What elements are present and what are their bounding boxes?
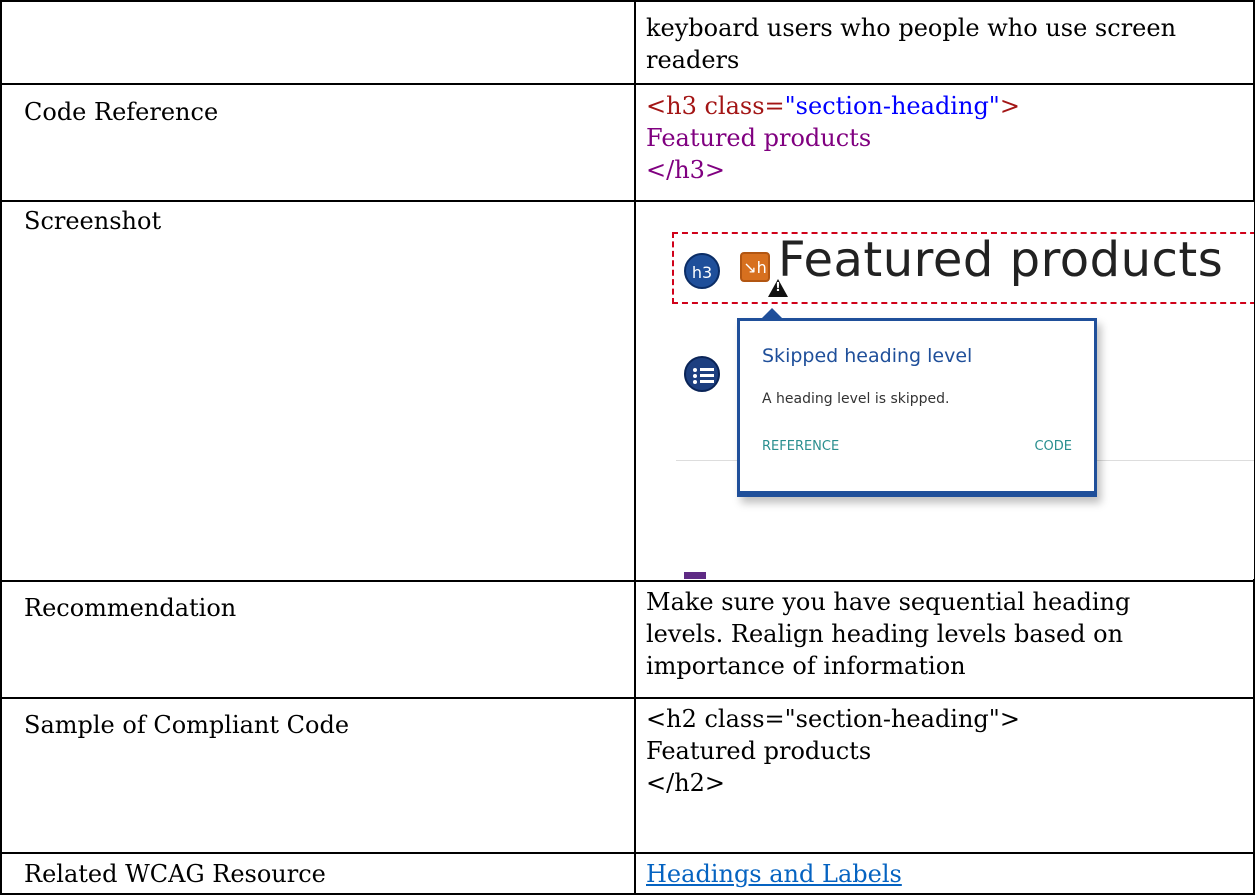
row-divider bbox=[0, 697, 1255, 699]
popup-arrow bbox=[762, 308, 782, 318]
compliant-code-label: Sample of Compliant Code bbox=[24, 711, 350, 739]
text-line: keyboard users who people who use screen bbox=[646, 14, 1177, 42]
row-divider bbox=[0, 83, 1255, 85]
table-border-top bbox=[0, 0, 1255, 2]
text-line: importance of information bbox=[646, 652, 966, 680]
code-button[interactable]: CODE bbox=[1034, 439, 1072, 454]
text-line: Make sure you have sequential heading bbox=[646, 588, 1131, 616]
code-open-tag: <h3 class="section-heading"> bbox=[646, 90, 1020, 122]
code-line: <h2 class="section-heading"> bbox=[646, 705, 1020, 733]
compliant-code-value: <h2 class="section-heading"> Featured pr… bbox=[646, 703, 1020, 799]
code-line: Featured products bbox=[646, 737, 872, 765]
tag-end: > bbox=[999, 92, 1020, 120]
issue-popup: Skipped heading level A heading level is… bbox=[737, 318, 1097, 497]
wcag-resource-label: Related WCAG Resource bbox=[24, 860, 326, 888]
recommendation-value: Make sure you have sequential heading le… bbox=[646, 586, 1130, 682]
code-reference-value: <h3 class="section-heading"> Featured pr… bbox=[646, 90, 1020, 186]
popup-message: A heading level is skipped. bbox=[762, 391, 950, 407]
row-1-value: keyboard users who people who use screen… bbox=[646, 12, 1176, 76]
skipped-heading-icon: ↘h bbox=[740, 252, 770, 282]
screenshot-image: h3 ↘h ! Featured products Skipped headin… bbox=[636, 202, 1254, 579]
code-content: Featured products bbox=[646, 124, 872, 152]
heading-level-badge: h3 bbox=[684, 253, 720, 289]
row-divider bbox=[0, 852, 1255, 854]
tag-name: <h3 class= bbox=[646, 92, 785, 120]
code-reference-label: Code Reference bbox=[24, 98, 219, 126]
text-line: levels. Realign heading levels based on bbox=[646, 620, 1124, 648]
text-line: readers bbox=[646, 46, 740, 74]
code-close-tag: </h3> bbox=[646, 156, 726, 184]
screenshot-label: Screenshot bbox=[24, 207, 162, 235]
reference-button[interactable]: REFERENCE bbox=[762, 439, 839, 454]
table-border-left bbox=[0, 0, 2, 895]
popup-title: Skipped heading level bbox=[762, 345, 973, 367]
list-icon bbox=[684, 356, 720, 392]
attribute-value: "section-heading" bbox=[784, 92, 1000, 120]
row-divider bbox=[0, 580, 1255, 582]
findings-table: keyboard users who people who use screen… bbox=[0, 0, 1255, 895]
wcag-resource-link[interactable]: Headings and Labels bbox=[646, 858, 902, 890]
recommendation-label: Recommendation bbox=[24, 594, 237, 622]
code-line: </h2> bbox=[646, 769, 726, 797]
product-thumbnail bbox=[684, 572, 706, 579]
featured-heading-text: Featured products bbox=[778, 232, 1224, 288]
